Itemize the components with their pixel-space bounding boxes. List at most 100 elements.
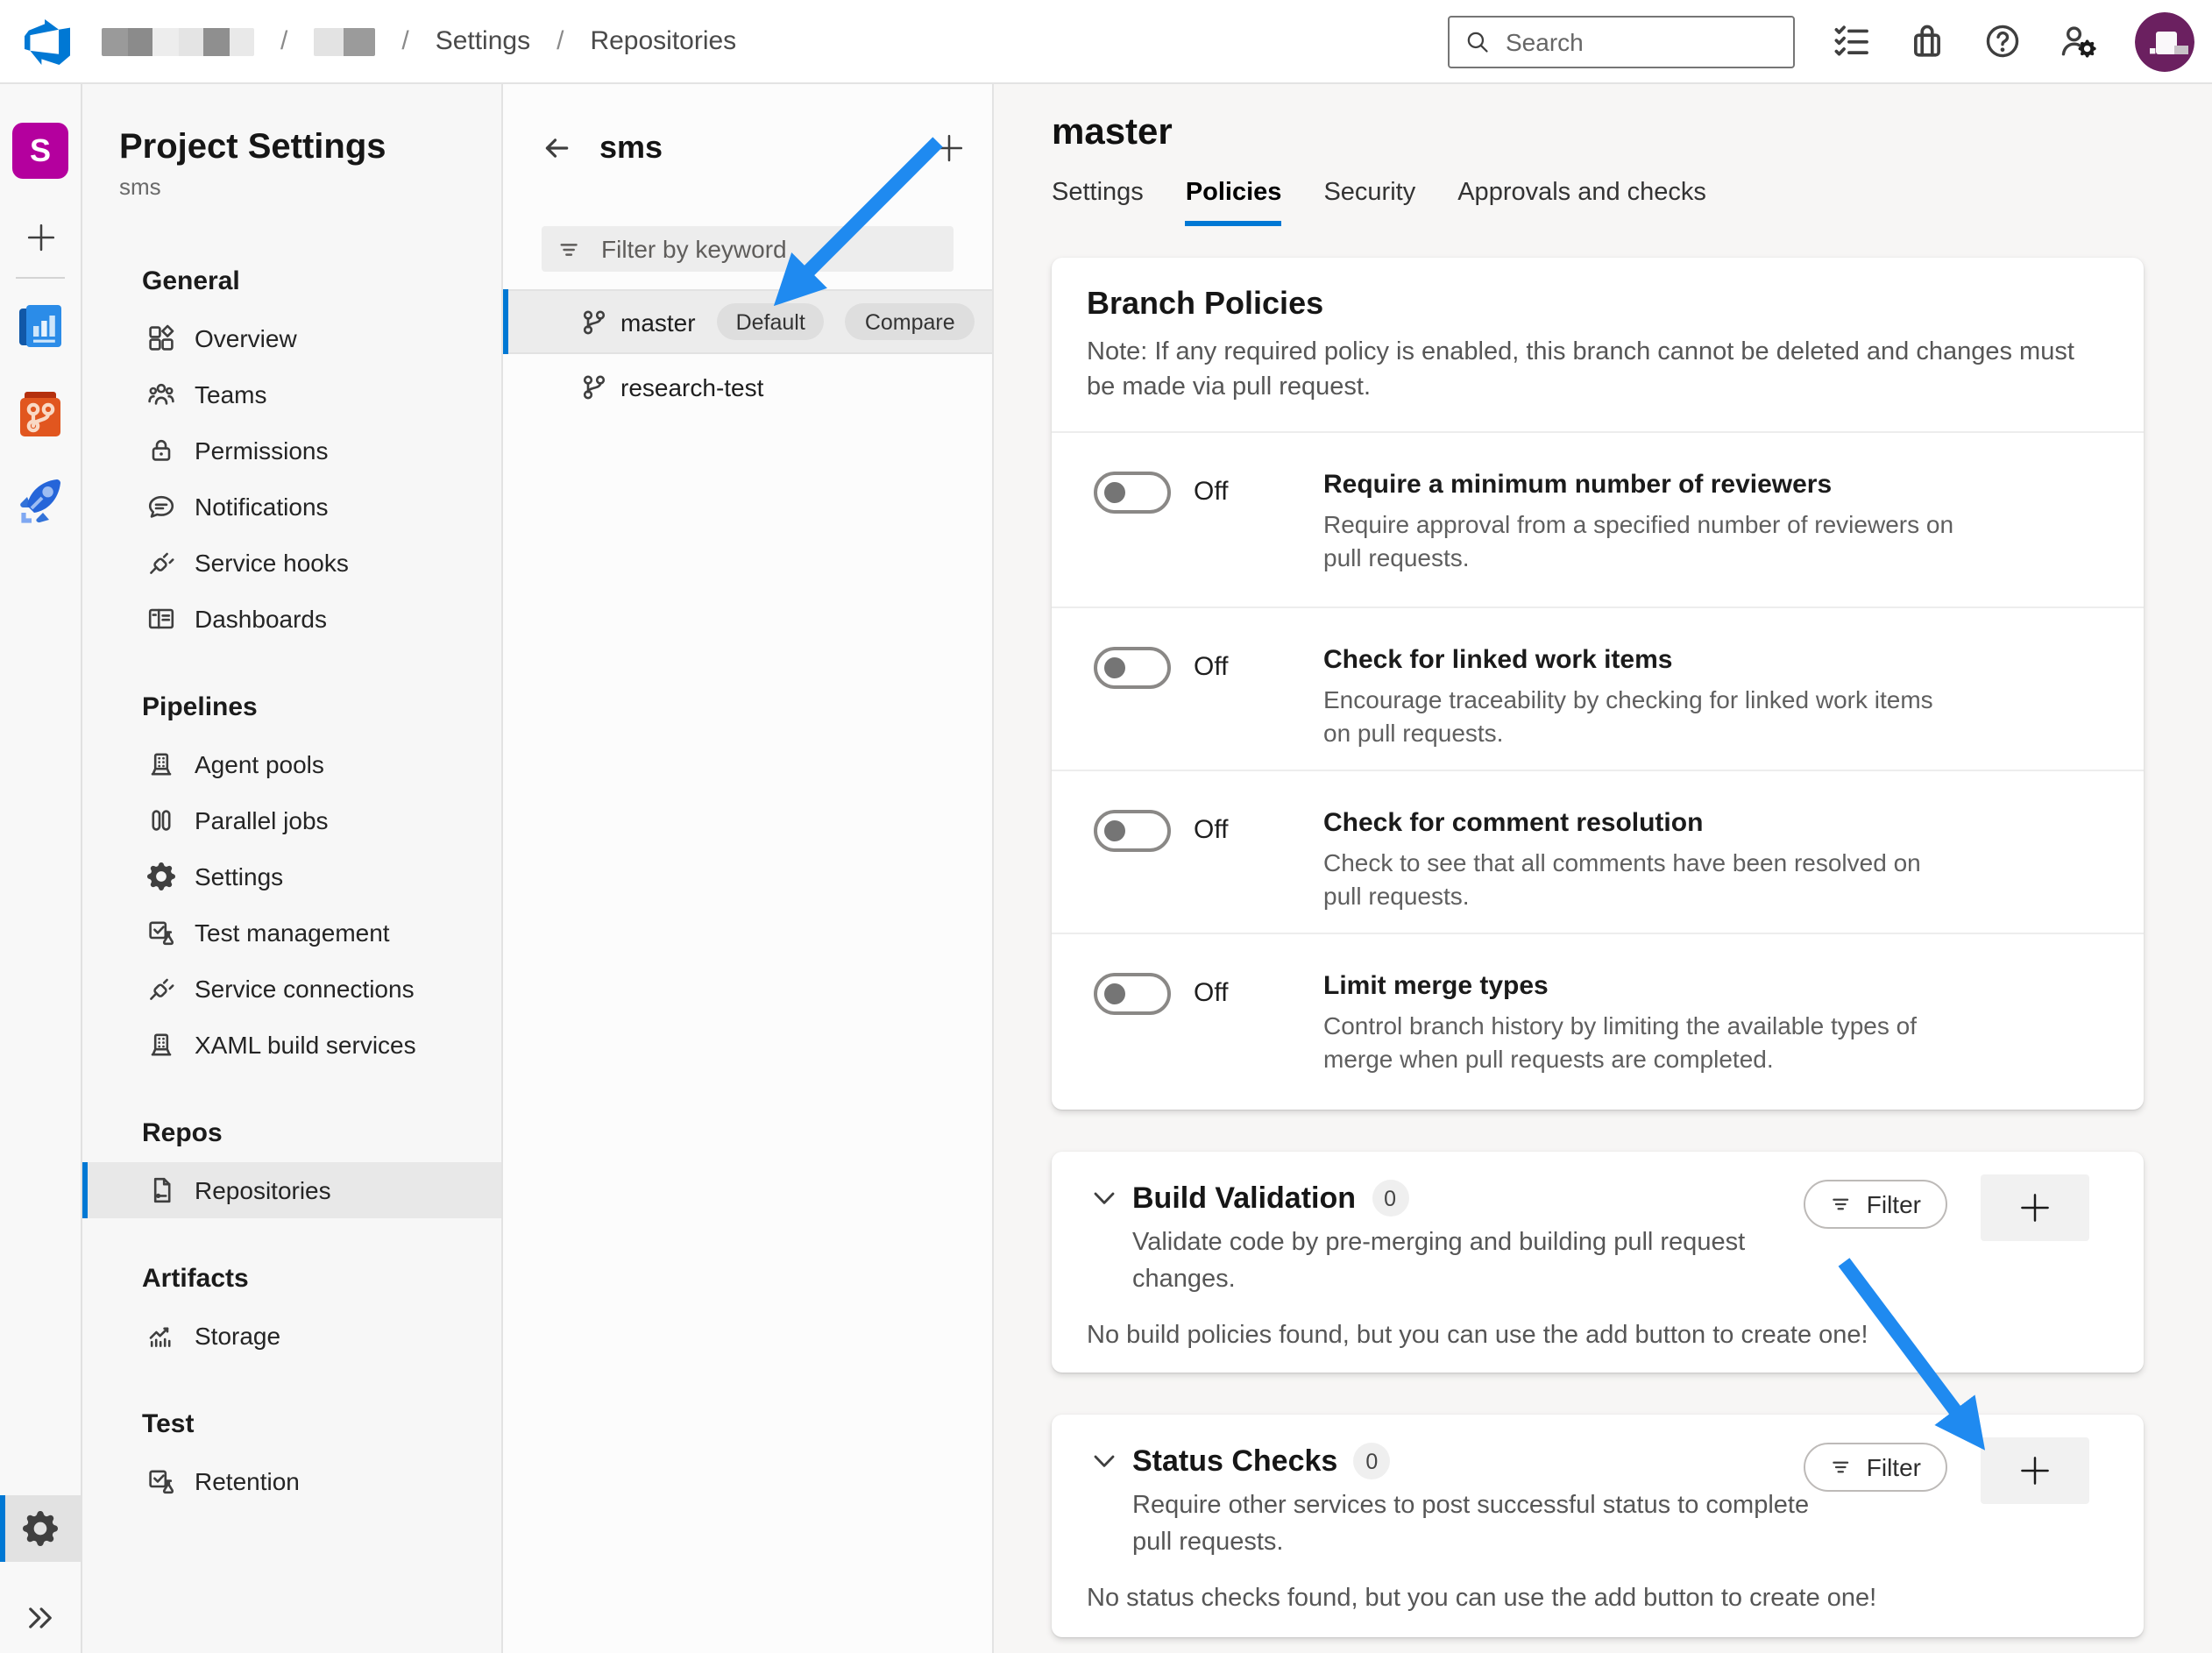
- plug-icon: [147, 975, 175, 1003]
- sidebar-item-retention[interactable]: Retention: [82, 1453, 501, 1509]
- branch-row-master[interactable]: master Default Compare: [503, 289, 992, 354]
- dashboard-icon: [147, 605, 175, 633]
- tab-policies[interactable]: Policies: [1186, 179, 1282, 226]
- redacted-project-name[interactable]: [314, 27, 375, 55]
- sidebar-item-dashboards[interactable]: Dashboards: [82, 591, 501, 647]
- filter-icon: [1830, 1192, 1854, 1217]
- rail-item-project-settings[interactable]: [0, 1495, 81, 1562]
- pipelines-icon[interactable]: [12, 472, 68, 528]
- sidebar-item-parallel-jobs[interactable]: Parallel jobs: [82, 792, 501, 848]
- policy-description: Encourage traceability by checking for l…: [1323, 683, 1954, 750]
- chevron-down-icon[interactable]: [1094, 1191, 1115, 1205]
- avatar[interactable]: [2135, 11, 2194, 71]
- repos-icon[interactable]: [12, 387, 68, 443]
- boards-icon[interactable]: [12, 298, 68, 354]
- branch-row-research-test[interactable]: research-test: [503, 354, 992, 419]
- main-content: master Settings Policies Security Approv…: [994, 84, 2212, 1653]
- sidebar-item-label: Storage: [195, 1322, 280, 1350]
- sidebar-item-storage[interactable]: Storage: [82, 1308, 501, 1364]
- top-bar-actions: [1448, 11, 2194, 71]
- policy-description: Control branch history by limiting the a…: [1323, 1009, 1954, 1076]
- status-checks-card: Status Checks 0 Filter Require other ser…: [1052, 1415, 2144, 1637]
- build-validation-add-button[interactable]: [1981, 1174, 2089, 1241]
- section-header-pipelines: Pipelines: [142, 692, 501, 722]
- sidebar-item-service-connections[interactable]: Service connections: [82, 961, 501, 1017]
- avatar-redacted: [2135, 11, 2194, 71]
- sidebar-item-repositories[interactable]: Repositories: [82, 1162, 501, 1218]
- search-input[interactable]: [1502, 25, 1777, 57]
- page-title: Project Settings: [119, 128, 501, 168]
- marketplace-bag-icon[interactable]: [1909, 23, 1946, 60]
- sidebar-item-service-hooks[interactable]: Service hooks: [82, 535, 501, 591]
- branch-policies-card: Branch Policies Note: If any required po…: [1052, 258, 2144, 1110]
- sidebar-item-overview[interactable]: Overview: [82, 310, 501, 366]
- status-checks-filter-button[interactable]: Filter: [1804, 1443, 1947, 1492]
- sidebar-item-settings[interactable]: Settings: [82, 848, 501, 905]
- sidebar-item-teams[interactable]: Teams: [82, 366, 501, 422]
- tab-security[interactable]: Security: [1323, 179, 1415, 226]
- add-icon: [2019, 1455, 2051, 1486]
- sidebar-item-label: Permissions: [195, 436, 329, 465]
- policy-description: Check to see that all comments have been…: [1323, 846, 1954, 913]
- branch-policies-title: Branch Policies: [1087, 286, 2109, 323]
- build-validation-title: Build Validation: [1132, 1181, 1356, 1216]
- tab-settings[interactable]: Settings: [1052, 179, 1144, 226]
- toggle-linked-work-items[interactable]: [1094, 646, 1171, 688]
- sidebar-item-notifications[interactable]: Notifications: [82, 479, 501, 535]
- azure-devops-logo-icon[interactable]: [25, 18, 70, 64]
- app-rail: S: [0, 84, 82, 1653]
- toggle-state-label: Off: [1194, 477, 1228, 507]
- tab-approvals-and-checks[interactable]: Approvals and checks: [1457, 179, 1706, 226]
- sidebar-item-xaml-build-services[interactable]: XAML build services: [82, 1017, 501, 1073]
- breadcrumb-settings[interactable]: Settings: [436, 26, 530, 56]
- git-branch-icon: [580, 308, 608, 336]
- policy-row-limit-merge-types: Off Limit merge types Control branch his…: [1052, 932, 2144, 1126]
- build-validation-description: Validate code by pre-merging and buildin…: [1132, 1225, 1816, 1297]
- chevron-down-icon[interactable]: [1094, 1454, 1115, 1468]
- branch-filter-input[interactable]: [598, 233, 938, 265]
- task-list-icon[interactable]: [1833, 23, 1870, 60]
- sidebar-item-label: Dashboards: [195, 605, 327, 633]
- sidebar-item-label: Test management: [195, 919, 390, 947]
- sidebar-item-label: Retention: [195, 1467, 300, 1495]
- search-icon: [1465, 29, 1490, 53]
- toggle-min-reviewers[interactable]: [1094, 471, 1171, 513]
- gear-icon: [23, 1511, 58, 1546]
- lock-icon: [147, 436, 175, 465]
- policy-description: Require approval from a specified number…: [1323, 507, 1954, 575]
- sidebar-item-label: Overview: [195, 324, 297, 352]
- project-tile[interactable]: S: [12, 123, 68, 179]
- status-checks-description: Require other services to post successfu…: [1132, 1488, 1816, 1560]
- top-bar: / / Settings / Repositories: [0, 0, 2212, 84]
- add-branch-icon[interactable]: [934, 133, 964, 163]
- building-icon: [147, 750, 175, 778]
- back-icon[interactable]: [542, 133, 571, 163]
- test-check-icon: [147, 919, 175, 947]
- toggle-comment-resolution[interactable]: [1094, 809, 1171, 851]
- status-checks-count: 0: [1353, 1443, 1390, 1479]
- help-icon[interactable]: [1984, 23, 2021, 60]
- rail-divider: [16, 277, 65, 279]
- status-checks-add-button[interactable]: [1981, 1437, 2089, 1504]
- branch-name: research-test: [620, 372, 763, 401]
- sidebar-item-permissions[interactable]: Permissions: [82, 422, 501, 479]
- filter-label: Filter: [1867, 1453, 1921, 1481]
- search-box[interactable]: [1448, 15, 1795, 67]
- expand-rail-icon[interactable]: [25, 1602, 56, 1634]
- breadcrumb-repositories[interactable]: Repositories: [590, 26, 736, 56]
- build-validation-filter-button[interactable]: Filter: [1804, 1180, 1947, 1229]
- add-project-button[interactable]: [12, 212, 68, 261]
- branch-filter-box[interactable]: [542, 226, 954, 272]
- breadcrumb-separator: /: [557, 26, 564, 56]
- user-settings-icon[interactable]: [2060, 23, 2096, 60]
- toggle-state-label: Off: [1194, 815, 1228, 845]
- plug-icon: [147, 549, 175, 577]
- azure-devops-app: / / Settings / Repositories: [0, 0, 2212, 1653]
- redacted-org-name[interactable]: [102, 27, 254, 55]
- breadcrumb-separator: /: [401, 26, 408, 56]
- sidebar-item-agent-pools[interactable]: Agent pools: [82, 736, 501, 792]
- sidebar-item-test-management[interactable]: Test management: [82, 905, 501, 961]
- toggle-limit-merge-types[interactable]: [1094, 972, 1171, 1014]
- compare-badge[interactable]: Compare: [846, 303, 975, 340]
- branches-panel: sms master Default Compare research-test: [503, 84, 994, 1653]
